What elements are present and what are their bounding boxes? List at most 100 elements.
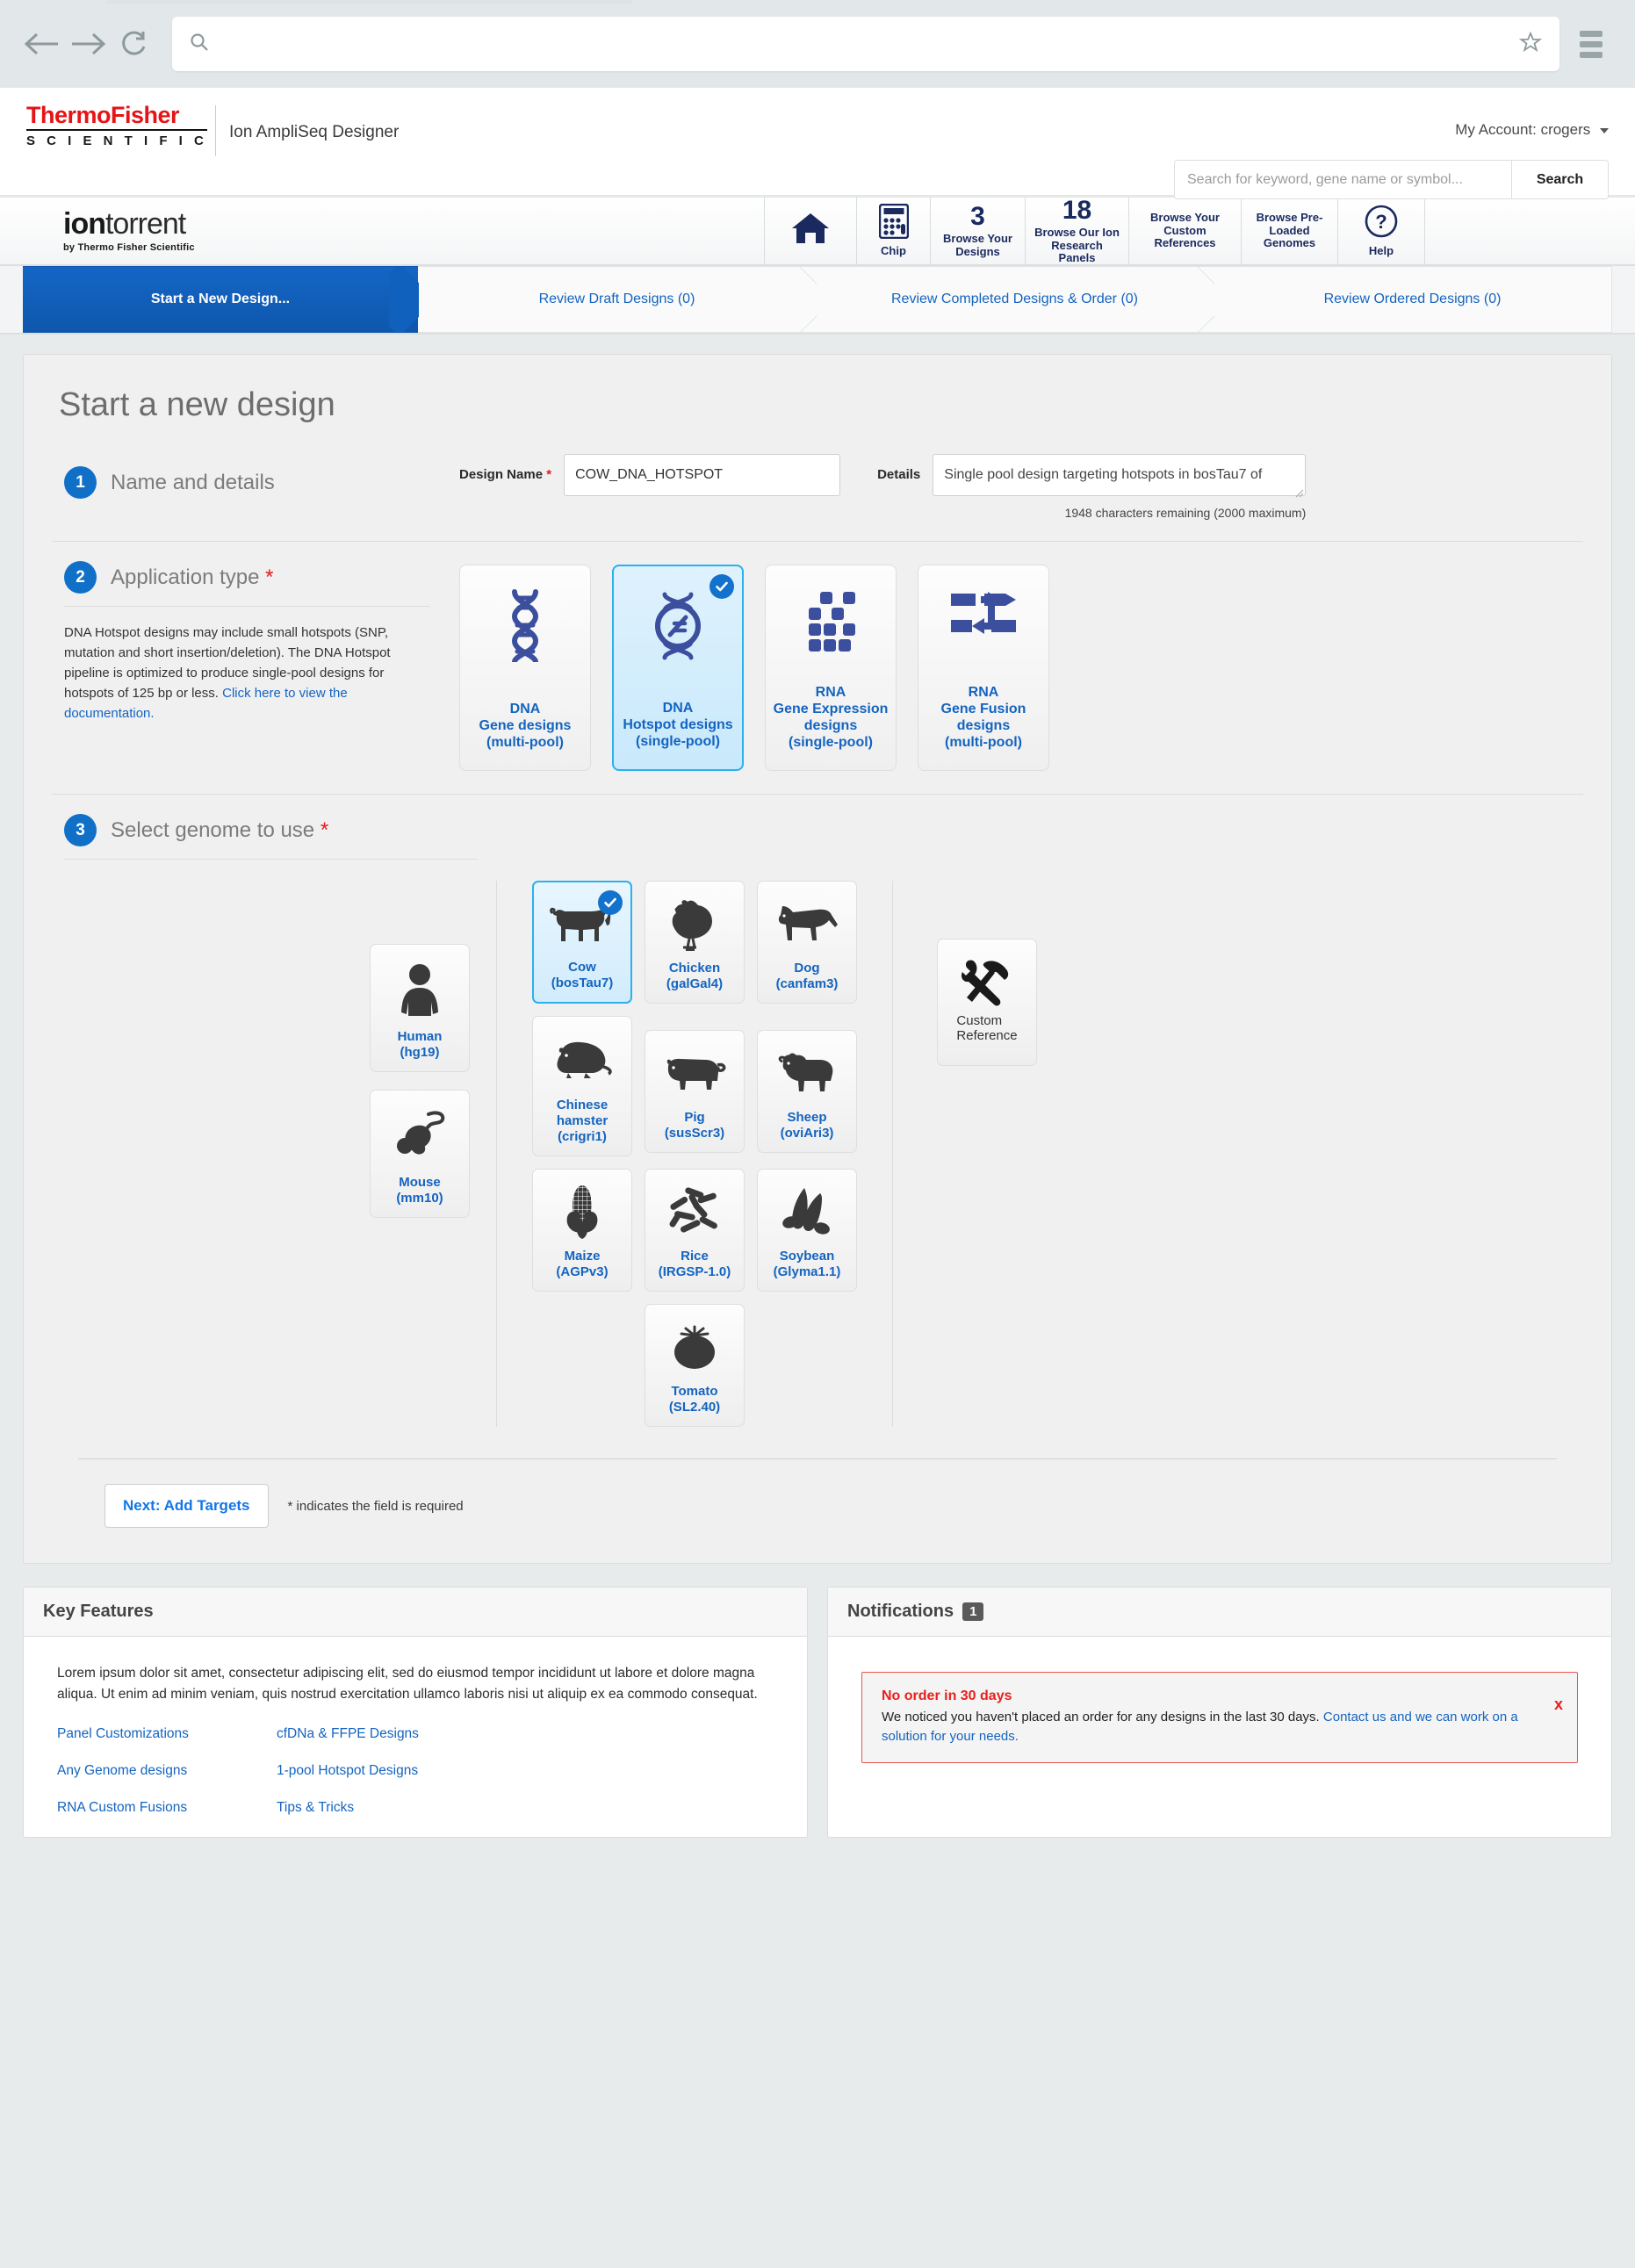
nav-item-preloaded-genomes[interactable]: Browse Pre-Loaded Genomes	[1241, 198, 1337, 264]
app-card-rna-gene-expression[interactable]: RNA Gene Expression designs (single-pool…	[765, 565, 897, 771]
step-review-draft-designs[interactable]: Review Draft Designs (0)	[418, 266, 816, 333]
question-mark-icon: ?	[1364, 204, 1399, 242]
genome-card-pig[interactable]: Pig (susScr3)	[645, 1030, 745, 1153]
key-feature-link-panel-customizations[interactable]: Panel Customizations	[57, 1726, 277, 1742]
genome-card-custom-reference[interactable]: Custom Reference	[937, 939, 1037, 1066]
iontorrent-logo[interactable]: iontorrent by Thermo Fisher Scientific	[0, 198, 764, 264]
grid-spacer	[532, 1304, 632, 1427]
pig-icon	[663, 1043, 726, 1103]
ion-logo-light: torrent	[104, 207, 186, 241]
nav-item-help-label: Help	[1368, 244, 1394, 257]
address-bar[interactable]	[172, 17, 1559, 71]
details-label: Details	[877, 467, 921, 482]
calculator-chip-icon	[878, 204, 909, 242]
new-design-panel: Start a new design 1 Name and details De…	[23, 354, 1612, 1564]
step-start-new-design[interactable]: Start a New Design...	[23, 266, 418, 333]
workflow-steps: Start a New Design... Review Draft Desig…	[0, 266, 1635, 335]
genome-card-human[interactable]: Human (hg19)	[370, 944, 470, 1072]
my-account-menu[interactable]: My Account: crogers	[1455, 121, 1609, 139]
search-icon	[190, 32, 209, 55]
next-add-targets-button[interactable]: Next: Add Targets	[104, 1484, 269, 1528]
genome-card-human-label: Human (hg19)	[397, 1029, 443, 1060]
nav-item-browse-designs[interactable]: 3 Browse Your Designs	[930, 198, 1025, 264]
genome-card-mouse-label: Mouse (mm10)	[396, 1175, 443, 1206]
genome-card-rice[interactable]: Rice (IRGSP-1.0)	[645, 1169, 745, 1292]
forward-arrow-icon[interactable]	[65, 21, 111, 67]
genome-card-dog[interactable]: Dog (canfam3)	[757, 881, 857, 1004]
genome-card-tomato[interactable]: Tomato (SL2.40)	[645, 1304, 745, 1427]
genome-card-tomato-label: Tomato (SL2.40)	[668, 1384, 721, 1415]
logo-scientific-text: S C I E N T I F I C	[26, 129, 208, 150]
nav-item-browse-panels[interactable]: 18 Browse Our Ion Research Panels	[1025, 196, 1128, 264]
step-review-completed-designs[interactable]: Review Completed Designs & Order (0)	[816, 266, 1214, 333]
rice-icon	[666, 1182, 724, 1242]
panels-count: 18	[1062, 196, 1092, 226]
other-genomes-grid: Cow (bosTau7) Chicken (galGal4) Dog (can…	[496, 881, 893, 1427]
section-2-divider	[64, 606, 429, 607]
nav-item-chip-label: Chip	[881, 244, 906, 257]
genome-card-soybean[interactable]: Soybean (Glyma1.1)	[757, 1169, 857, 1292]
thermo-header: ThermoFisher S C I E N T I F I C Ion Amp…	[0, 88, 1635, 199]
key-feature-link-tips-and-tricks[interactable]: Tips & Tricks	[277, 1800, 496, 1816]
search-input[interactable]	[1175, 161, 1511, 198]
site-search: Search	[1174, 160, 1609, 199]
design-name-input[interactable]	[564, 454, 841, 496]
nav-item-custom-references[interactable]: Browse Your Custom References	[1128, 198, 1241, 264]
app-title: Ion AmpliSeq Designer	[229, 123, 400, 141]
nav-item-chip[interactable]: Chip	[856, 198, 930, 264]
reload-icon[interactable]	[111, 21, 156, 67]
chicken-icon	[668, 894, 721, 954]
step-chevron-icon	[787, 267, 817, 332]
genome-card-cow[interactable]: Cow (bosTau7)	[532, 881, 632, 1004]
logo-thermofisher-text: ThermoFisher	[26, 102, 180, 128]
key-feature-link-1pool-hotspot-designs[interactable]: 1-pool Hotspot Designs	[277, 1763, 496, 1779]
hammer-wrench-icon	[959, 955, 1015, 1013]
mouse-icon	[390, 1103, 450, 1168]
section-2-title: Application type *	[111, 565, 274, 589]
bottom-cards: Key Features Lorem ipsum dolor sit amet,…	[0, 1564, 1635, 1838]
section-3-number: 3	[64, 814, 97, 846]
nav-item-help[interactable]: ? Help	[1337, 198, 1425, 264]
app-card-rna-gene-fusion[interactable]: RNA Gene Fusion designs (multi-pool)	[918, 565, 1049, 771]
svg-text:?: ?	[1375, 211, 1387, 233]
search-button[interactable]: Search	[1511, 161, 1608, 198]
notifications-title: Notifications 1	[828, 1588, 1611, 1637]
app-card-dna-hotspot-designs-label: DNA Hotspot designs (single-pool)	[623, 701, 733, 749]
key-features-card: Key Features Lorem ipsum dolor sit amet,…	[23, 1587, 808, 1838]
hamster-icon	[551, 1029, 614, 1091]
key-feature-link-any-genome-designs[interactable]: Any Genome designs	[57, 1763, 277, 1779]
key-feature-link-rna-custom-fusions[interactable]: RNA Custom Fusions	[57, 1800, 277, 1816]
app-card-dna-gene-designs-label: DNA Gene designs (multi-pool)	[479, 702, 572, 750]
nav-item-browse-designs-label: Browse Your Designs	[943, 232, 1012, 258]
sheep-icon	[774, 1043, 839, 1103]
hamburger-menu-icon[interactable]	[1567, 17, 1616, 71]
key-feature-link-cfdna-ffpe-designs[interactable]: cfDNa & FFPE Designs	[277, 1726, 496, 1742]
genome-card-chicken[interactable]: Chicken (galGal4)	[645, 881, 745, 1004]
star-icon[interactable]	[1518, 31, 1543, 57]
genome-card-soybean-label: Soybean (Glyma1.1)	[773, 1249, 841, 1279]
app-card-dna-hotspot-designs[interactable]: DNA Hotspot designs (single-pool)	[612, 565, 744, 771]
gene-expression-grid-icon	[797, 588, 864, 659]
genome-card-sheep-label: Sheep (oviAri3)	[780, 1110, 834, 1141]
genome-card-chinese-hamster[interactable]: Chinese hamster (crigri1)	[532, 1016, 632, 1156]
selected-check-icon	[709, 574, 734, 599]
panel-footer: Next: Add Targets * indicates the field …	[78, 1458, 1557, 1540]
app-card-dna-gene-designs[interactable]: DNA Gene designs (multi-pool)	[459, 565, 591, 771]
thermofisher-logo[interactable]: ThermoFisher S C I E N T I F I C	[26, 102, 208, 150]
chevron-down-icon	[1600, 127, 1609, 133]
section-name-and-details: 1 Name and details Design Name * Details…	[52, 454, 1583, 542]
back-arrow-icon[interactable]	[19, 21, 65, 67]
genome-card-maize[interactable]: Maize (AGPv3)	[532, 1169, 632, 1292]
nav-item-home[interactable]	[764, 198, 856, 264]
key-features-body: Lorem ipsum dolor sit amet, consectetur …	[57, 1666, 758, 1702]
gene-fusion-icon	[949, 588, 1018, 643]
app-card-rna-gene-fusion-label: RNA Gene Fusion designs (multi-pool)	[940, 685, 1026, 750]
genome-card-rice-label: Rice (IRGSP-1.0)	[658, 1249, 731, 1279]
required-asterisk: *	[546, 467, 552, 482]
step-review-ordered-designs[interactable]: Review Ordered Designs (0)	[1214, 266, 1612, 333]
details-textarea[interactable]: Single pool design targeting hotspots in…	[933, 454, 1307, 496]
genome-card-dog-label: Dog (canfam3)	[775, 961, 839, 991]
genome-card-mouse[interactable]: Mouse (mm10)	[370, 1090, 470, 1218]
genome-card-sheep[interactable]: Sheep (oviAri3)	[757, 1030, 857, 1153]
close-icon[interactable]: x	[1554, 1696, 1563, 1714]
